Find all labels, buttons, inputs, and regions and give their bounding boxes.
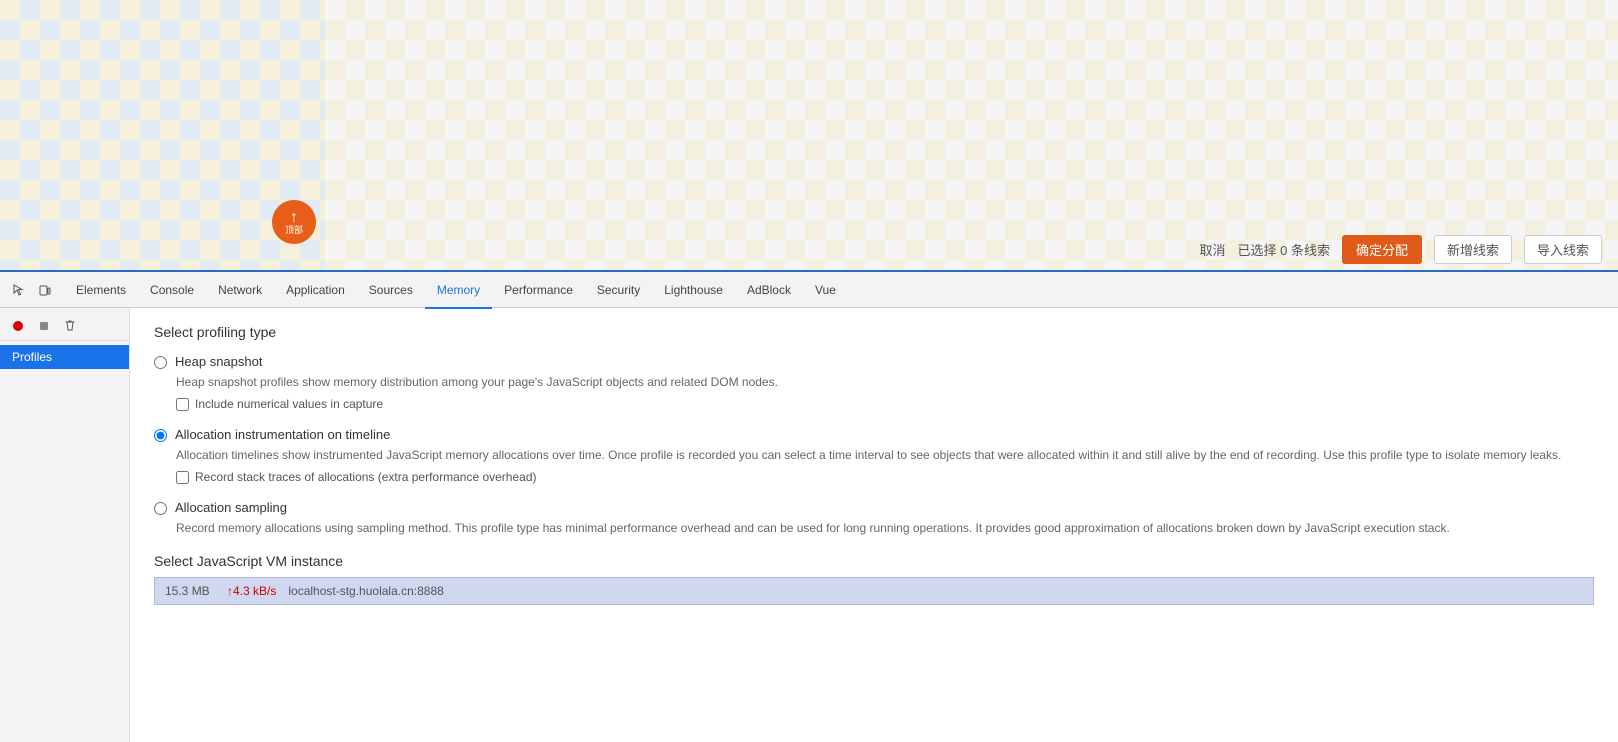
tab-performance[interactable]: Performance bbox=[492, 273, 585, 309]
new-clue-button[interactable]: 新增线索 bbox=[1434, 235, 1512, 264]
vm-instance-row[interactable]: 15.3 MB ↑4.3 kB/s localhost-stg.huolala.… bbox=[154, 577, 1594, 605]
heap-snapshot-label[interactable]: Heap snapshot bbox=[175, 354, 262, 369]
allocation-sampling-row: Allocation sampling bbox=[154, 500, 1594, 515]
top-label: 顶部 bbox=[285, 226, 303, 235]
device-toggle-icon[interactable] bbox=[34, 279, 56, 301]
vm-memory-size: 15.3 MB bbox=[165, 584, 215, 598]
sidebar-toolbar bbox=[0, 312, 129, 341]
selected-count-label: 已选择 0 条线索 bbox=[1237, 240, 1329, 259]
devtools-tab-bar: Elements Console Network Application Sou… bbox=[0, 272, 1618, 308]
tab-application[interactable]: Application bbox=[274, 273, 357, 309]
heap-snapshot-desc: Heap snapshot profiles show memory distr… bbox=[176, 373, 1594, 391]
vm-section-title: Select JavaScript VM instance bbox=[154, 553, 1594, 569]
browser-top-right-bg bbox=[325, 0, 1618, 270]
tab-network[interactable]: Network bbox=[206, 273, 274, 309]
sidebar-item-profiles[interactable]: Profiles bbox=[0, 345, 129, 369]
tab-memory[interactable]: Memory bbox=[425, 273, 492, 309]
record-button[interactable] bbox=[8, 316, 28, 336]
import-clue-button[interactable]: 导入线索 bbox=[1524, 235, 1602, 264]
devtools-sidebar: Profiles bbox=[0, 308, 130, 742]
tab-sources[interactable]: Sources bbox=[357, 273, 425, 309]
confirm-assign-button[interactable]: 确定分配 bbox=[1342, 235, 1422, 264]
scroll-to-top-button[interactable]: ↑ 顶部 bbox=[272, 200, 316, 244]
allocation-instrumentation-row: Allocation instrumentation on timeline bbox=[154, 427, 1594, 442]
allocation-sampling-desc: Record memory allocations using sampling… bbox=[176, 519, 1594, 537]
tab-adblock[interactable]: AdBlock bbox=[735, 273, 803, 309]
tab-elements[interactable]: Elements bbox=[64, 273, 138, 309]
devtools-panel: Elements Console Network Application Sou… bbox=[0, 270, 1618, 742]
cancel-link[interactable]: 取消 bbox=[1199, 240, 1225, 259]
tab-vue[interactable]: Vue bbox=[803, 273, 848, 309]
allocation-sampling-option: Allocation sampling Record memory alloca… bbox=[154, 500, 1594, 537]
stop-button[interactable] bbox=[34, 316, 54, 336]
tab-security[interactable]: Security bbox=[585, 273, 652, 309]
clear-button[interactable] bbox=[60, 316, 80, 336]
allocation-sampling-radio[interactable] bbox=[154, 502, 167, 515]
heap-snapshot-row: Heap snapshot bbox=[154, 354, 1594, 369]
devtools-body: Profiles Select profiling type Heap snap… bbox=[0, 308, 1618, 742]
cursor-icon[interactable] bbox=[8, 279, 30, 301]
top-action-bar: 取消 已选择 0 条线索 确定分配 新增线索 导入线索 bbox=[1199, 235, 1602, 264]
tab-lighthouse[interactable]: Lighthouse bbox=[652, 273, 735, 309]
browser-top-area: ↑ 顶部 取消 已选择 0 条线索 确定分配 新增线索 导入线索 bbox=[0, 0, 1618, 270]
allocation-instrumentation-desc: Allocation timelines show instrumented J… bbox=[176, 446, 1594, 464]
select-profiling-title: Select profiling type bbox=[154, 324, 1594, 340]
allocation-instrumentation-radio[interactable] bbox=[154, 429, 167, 442]
arrow-up-icon: ↑ bbox=[290, 210, 298, 226]
allocation-instrumentation-sub-option: Record stack traces of allocations (extr… bbox=[176, 470, 1594, 484]
vm-url: localhost-stg.huolala.cn:8888 bbox=[288, 584, 443, 598]
record-stack-traces-label[interactable]: Record stack traces of allocations (extr… bbox=[195, 470, 537, 484]
devtools-icons bbox=[8, 279, 56, 301]
heap-snapshot-option: Heap snapshot Heap snapshot profiles sho… bbox=[154, 354, 1594, 411]
tab-console[interactable]: Console bbox=[138, 273, 206, 309]
record-stack-traces-checkbox[interactable] bbox=[176, 471, 189, 484]
heap-snapshot-radio[interactable] bbox=[154, 356, 167, 369]
allocation-sampling-label[interactable]: Allocation sampling bbox=[175, 500, 287, 515]
memory-main-content: Select profiling type Heap snapshot Heap… bbox=[130, 308, 1618, 742]
include-numerical-checkbox[interactable] bbox=[176, 398, 189, 411]
allocation-instrumentation-option: Allocation instrumentation on timeline A… bbox=[154, 427, 1594, 484]
include-numerical-label[interactable]: Include numerical values in capture bbox=[195, 397, 383, 411]
vm-memory-rate: ↑4.3 kB/s bbox=[227, 584, 276, 598]
allocation-instrumentation-label[interactable]: Allocation instrumentation on timeline bbox=[175, 427, 390, 442]
heap-snapshot-sub-option: Include numerical values in capture bbox=[176, 397, 1594, 411]
